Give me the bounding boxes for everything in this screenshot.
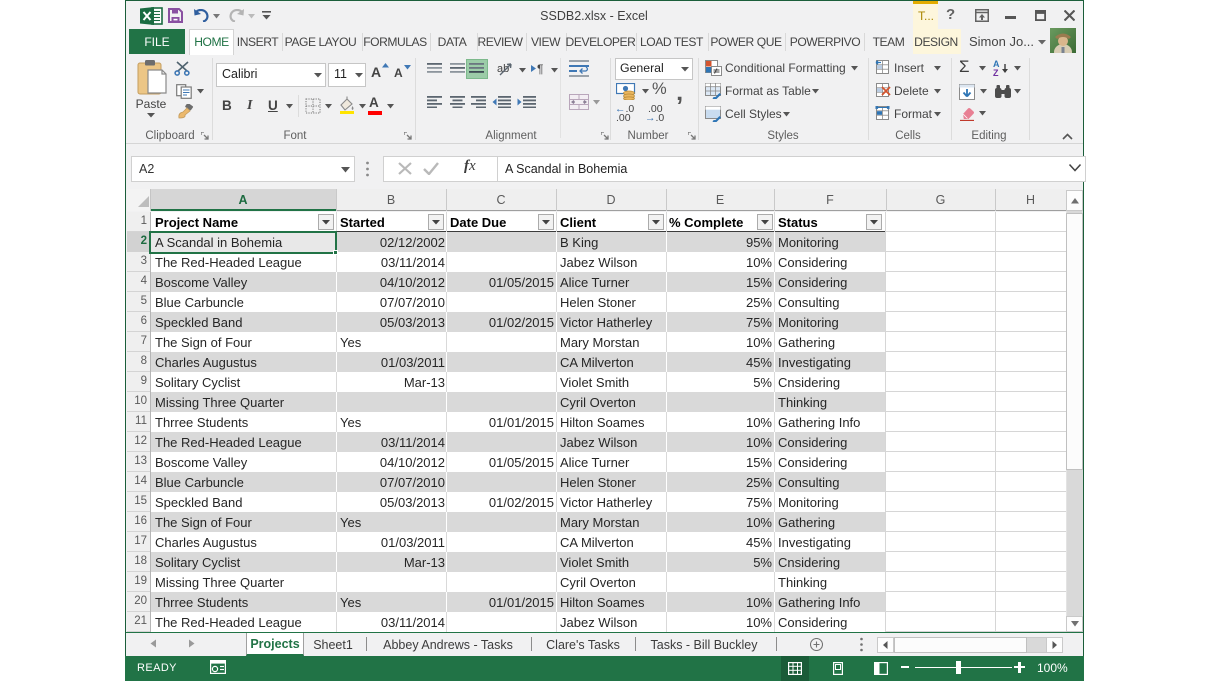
svg-text:¶: ¶	[537, 62, 543, 75]
svg-text:Z: Z	[993, 68, 999, 77]
